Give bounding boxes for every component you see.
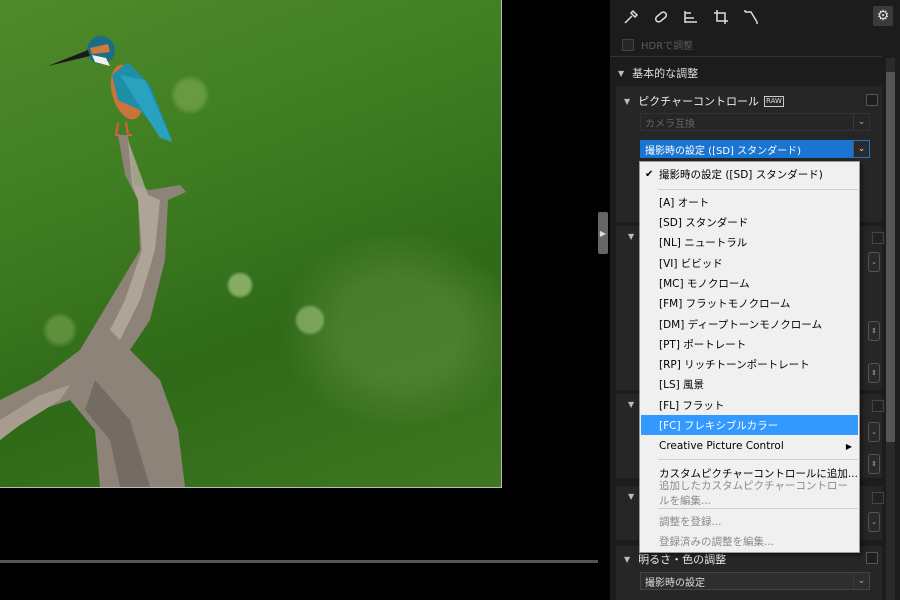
divider	[610, 56, 882, 57]
stepper-icon[interactable]: ⇕	[868, 454, 880, 474]
chevron-down-icon: ⌄	[853, 573, 869, 589]
triangle-down-icon: ▼	[618, 68, 625, 78]
menu-separator	[658, 459, 858, 460]
gear-icon: ⚙	[876, 8, 890, 24]
menu-item-flat[interactable]: [FL] フラット	[641, 395, 858, 415]
bandage-icon[interactable]	[652, 8, 670, 26]
eyedropper-icon[interactable]	[622, 8, 640, 26]
menu-item-label: [LS] 風景	[659, 378, 705, 391]
hdr-checkbox[interactable]	[622, 38, 634, 51]
menu-item-neutral[interactable]: [NL] ニュートラル	[641, 232, 858, 252]
panel-checkbox[interactable]	[872, 492, 884, 504]
picture-control-menu: ✔ 撮影時の設定 ([SD] スタンダード) [A] オート [SD] スタンダ…	[639, 161, 860, 553]
menu-item-label: [DM] ディープトーンモノクローム	[659, 318, 822, 331]
photo-content	[0, 36, 186, 487]
triangle-down-icon: ▼	[628, 232, 635, 241]
hdr-option[interactable]: HDRで調整	[622, 37, 693, 52]
brightness-color-checkbox[interactable]	[866, 552, 878, 564]
level-icon[interactable]	[682, 8, 700, 26]
chevron-down-icon[interactable]: ⌄	[868, 512, 880, 532]
panel-collapse-handle[interactable]: ▶	[598, 212, 608, 254]
chevron-down-icon[interactable]: ⌄	[868, 252, 880, 272]
submenu-arrow-icon: ▶	[845, 441, 852, 451]
menu-item-label: [VI] ビビッド	[659, 257, 723, 270]
panel-scrollbar-thumb[interactable]	[886, 72, 895, 442]
menu-item-label: 追加したカスタムピクチャーコントロールを編集...	[659, 480, 848, 507]
menu-item-label: [PT] ポートレート	[659, 338, 747, 351]
menu-item-label: [SD] スタンダード	[659, 216, 749, 229]
chevron-right-icon: ▶	[599, 228, 607, 238]
panel-checkbox[interactable]	[872, 232, 884, 244]
menu-separator	[658, 508, 858, 509]
menu-item-creative-picture-control[interactable]: Creative Picture Control ▶	[641, 436, 858, 456]
brightness-select[interactable]: 撮影時の設定 ⌄	[640, 572, 870, 590]
brightness-select-value: 撮影時の設定	[645, 577, 705, 589]
menu-item-register-adjustment: 調整を登録...	[641, 511, 858, 531]
settings-button[interactable]: ⚙	[873, 6, 893, 26]
menu-item-label: [FM] フラットモノクローム	[659, 297, 791, 310]
menu-item-vivid[interactable]: [VI] ビビッド	[641, 253, 858, 273]
menu-item-edit-registered: 登録済みの調整を編集...	[641, 531, 858, 551]
panel-toolbar: ⚙	[610, 0, 900, 34]
picture-control-select-value: 撮影時の設定 ([SD] スタンダード)	[645, 145, 802, 157]
menu-item-label: [FL] フラット	[659, 399, 725, 412]
section-basic-title: 基本的な調整	[632, 67, 699, 80]
menu-item-auto[interactable]: [A] オート	[641, 192, 858, 212]
panel-checkbox[interactable]	[872, 400, 884, 412]
picture-control-checkbox[interactable]	[866, 94, 878, 106]
stepper-icon[interactable]: ⇕	[868, 321, 880, 341]
menu-item-label: [A] オート	[659, 196, 710, 209]
menu-item-label: [RP] リッチトーンポートレート	[659, 358, 810, 371]
menu-item-standard[interactable]: [SD] スタンダード	[641, 212, 858, 232]
menu-item-label: 登録済みの調整を編集...	[659, 535, 775, 548]
menu-item-label: [NL] ニュートラル	[659, 236, 748, 249]
photo-kingfisher	[0, 0, 502, 488]
perspective-icon[interactable]	[742, 8, 760, 26]
crop-icon[interactable]	[712, 8, 730, 26]
chevron-down-icon: ⌄	[853, 141, 869, 157]
menu-item-label: 調整を登録...	[659, 515, 722, 528]
menu-item-rich-tone-portrait[interactable]: [RP] リッチトーンポートレート	[641, 354, 858, 374]
image-viewer[interactable]	[0, 0, 598, 600]
timeline-bar[interactable]	[0, 560, 598, 563]
brightness-color-header[interactable]: ▼ 明るさ・色の調整	[624, 551, 726, 567]
compat-select[interactable]: カメラ互換 ⌄	[640, 113, 870, 131]
chevron-down-icon: ⌄	[853, 114, 869, 130]
triangle-down-icon: ▼	[624, 96, 631, 106]
menu-item-label: Creative Picture Control	[659, 440, 784, 452]
hdr-label: HDRで調整	[641, 41, 694, 52]
menu-item-label: 撮影時の設定 ([SD] スタンダード)	[659, 168, 823, 181]
menu-item-monochrome[interactable]: [MC] モノクローム	[641, 273, 858, 293]
picture-control-title: ピクチャーコントロール	[638, 95, 760, 108]
checkmark-icon: ✔	[645, 168, 654, 180]
brightness-color-title: 明るさ・色の調整	[638, 553, 727, 566]
triangle-down-icon: ▼	[624, 554, 631, 564]
menu-item-flat-monochrome[interactable]: [FM] フラットモノクローム	[641, 293, 858, 313]
compat-select-value: カメラ互換	[645, 118, 695, 130]
triangle-down-icon: ▼	[628, 492, 635, 501]
menu-item-label: [FC] フレキシブルカラー	[659, 419, 779, 432]
section-basic-adjustments[interactable]: ▼ 基本的な調整	[618, 65, 698, 81]
menu-item-portrait[interactable]: [PT] ポートレート	[641, 334, 858, 354]
menu-item-flexible-color[interactable]: [FC] フレキシブルカラー	[641, 415, 858, 435]
triangle-down-icon: ▼	[628, 400, 635, 409]
menu-item-landscape[interactable]: [LS] 風景	[641, 374, 858, 394]
chevron-down-icon[interactable]: ⌄	[868, 422, 880, 442]
picture-control-select[interactable]: 撮影時の設定 ([SD] スタンダード) ⌄	[640, 140, 870, 158]
menu-item-deep-tone-monochrome[interactable]: [DM] ディープトーンモノクローム	[641, 314, 858, 334]
menu-item-label: [MC] モノクローム	[659, 277, 750, 290]
menu-item-shooting-setting[interactable]: ✔ 撮影時の設定 ([SD] スタンダード)	[641, 164, 858, 184]
picture-control-header[interactable]: ▼ ピクチャーコントロール RAW	[624, 93, 784, 109]
menu-item-edit-custom: 追加したカスタムピクチャーコントロールを編集...	[641, 480, 858, 507]
menu-separator	[658, 189, 858, 190]
raw-badge: RAW	[764, 95, 784, 107]
stepper-icon[interactable]: ⇕	[868, 363, 880, 383]
